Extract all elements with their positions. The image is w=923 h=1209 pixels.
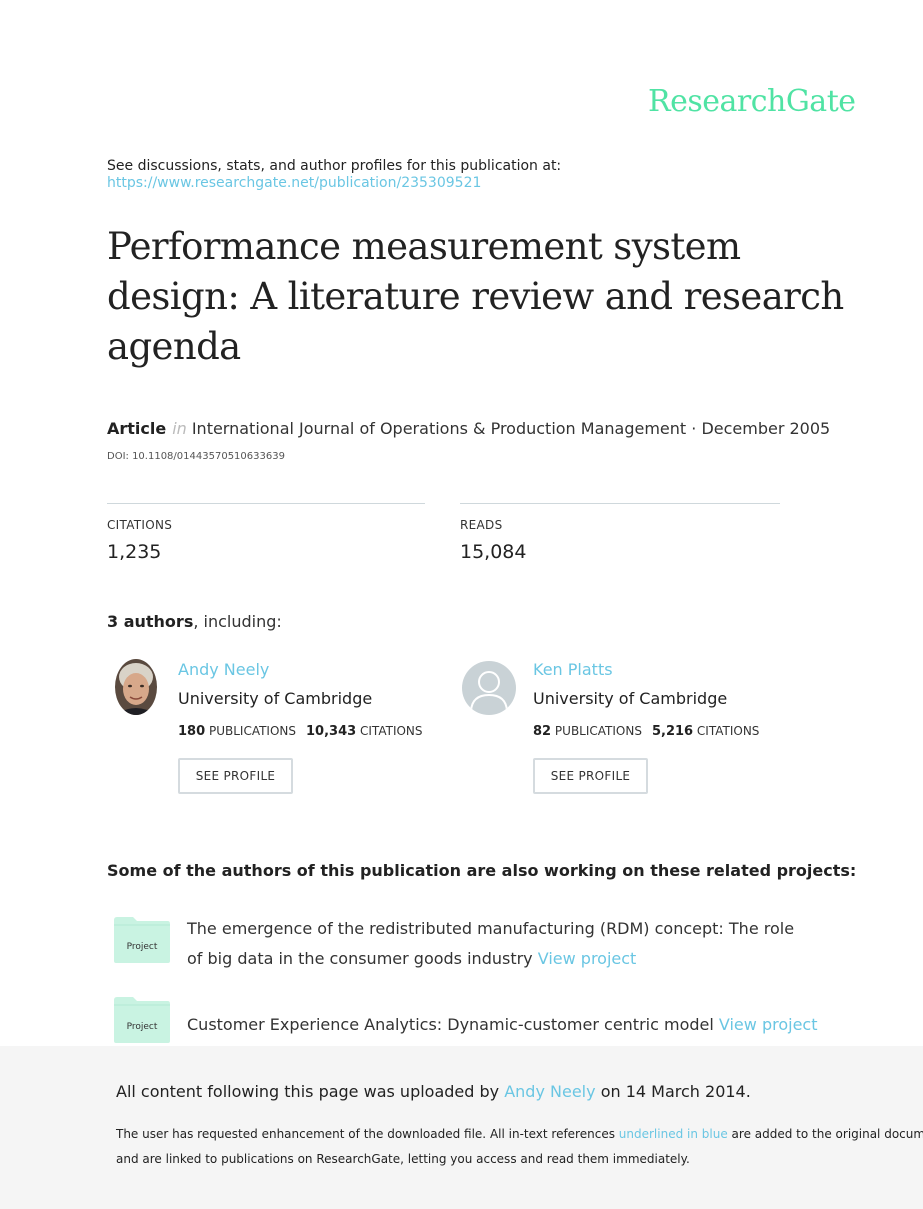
- author-stats: 82 PUBLICATIONS 5,216 CITATIONS: [533, 724, 759, 739]
- avatar-andy-neely[interactable]: [115, 659, 157, 715]
- view-project-link[interactable]: View project: [719, 1015, 818, 1034]
- uploaded-post: on 14 March 2014.: [600, 1082, 751, 1101]
- author-institution: University of Cambridge: [178, 689, 373, 708]
- citations-count: 1,235: [107, 541, 162, 563]
- publication-url-link[interactable]: https://www.researchgate.net/publication…: [107, 175, 481, 191]
- doi-text: DOI: 10.1108/01443570510633639: [107, 451, 285, 462]
- citations-label: CITATIONS: [107, 518, 173, 532]
- author-citations-label: CITATIONS: [360, 724, 423, 738]
- project-item: The emergence of the redistributed manuf…: [187, 914, 807, 974]
- project-folder-icon: Project: [113, 996, 171, 1044]
- authors-heading: 3 authors, including:: [107, 612, 282, 631]
- related-projects-heading: Some of the authors of this publication …: [107, 861, 857, 880]
- note-line-1: The user has requested enhancement of th…: [116, 1122, 923, 1147]
- publications-count: 82: [533, 724, 552, 739]
- project-title: The emergence of the redistributed manuf…: [187, 919, 795, 968]
- publication-type: Article: [107, 419, 167, 438]
- folder-label: Project: [127, 1022, 158, 1032]
- uploaded-pre: All content following this page was uplo…: [116, 1082, 500, 1101]
- note-pre: The user has requested enhancement of th…: [116, 1127, 615, 1141]
- note-underlined-link: underlined in blue: [618, 1127, 728, 1141]
- project-folder-icon: Project: [113, 916, 171, 964]
- enhancement-note: The user has requested enhancement of th…: [116, 1122, 923, 1172]
- authors-including: , including:: [193, 612, 282, 631]
- author-citations-count: 5,216: [651, 724, 694, 739]
- default-person-icon[interactable]: [462, 661, 516, 715]
- project-item: Customer Experience Analytics: Dynamic-c…: [187, 1010, 867, 1040]
- author-name-ken-platts[interactable]: Ken Platts: [533, 660, 613, 679]
- citations-divider: [107, 503, 425, 504]
- publications-label: PUBLICATIONS: [208, 724, 297, 738]
- authors-count: 3 authors: [107, 612, 194, 631]
- author-institution: University of Cambridge: [533, 689, 728, 708]
- researchgate-logo[interactable]: ResearchGate: [648, 84, 856, 119]
- reads-count: 15,084: [460, 541, 527, 563]
- author-citations-count: 10,343: [306, 724, 357, 739]
- project-title: Customer Experience Analytics: Dynamic-c…: [187, 1015, 714, 1034]
- see-discussions-text: See discussions, stats, and author profi…: [107, 158, 562, 174]
- publication-meta: Article in International Journal of Operat…: [107, 419, 830, 438]
- note-line-2: and are linked to publications on Resear…: [116, 1152, 690, 1166]
- author-name-andy-neely[interactable]: Andy Neely: [178, 660, 269, 679]
- journal-and-date[interactable]: International Journal of Operations & Pr…: [192, 419, 830, 438]
- publications-count: 180: [178, 724, 206, 739]
- uploader-link[interactable]: Andy Neely: [504, 1082, 595, 1101]
- reads-divider: [460, 503, 780, 504]
- see-profile-button-ken-platts[interactable]: SEE PROFILE: [533, 758, 648, 794]
- publications-label: PUBLICATIONS: [554, 724, 642, 738]
- in-word: in: [172, 419, 187, 438]
- folder-label: Project: [127, 942, 158, 952]
- note-post: are added to the original document: [731, 1127, 923, 1141]
- publication-title: Performance measurement system design: A…: [107, 225, 844, 368]
- uploaded-by-text: All content following this page was uplo…: [116, 1082, 751, 1101]
- author-stats: 180 PUBLICATIONS 10,343 CITATIONS: [178, 724, 423, 739]
- reads-label: READS: [460, 518, 503, 532]
- author-citations-label: CITATIONS: [696, 724, 760, 738]
- view-project-link[interactable]: View project: [538, 949, 637, 968]
- see-profile-button-andy-neely[interactable]: SEE PROFILE: [178, 758, 293, 794]
